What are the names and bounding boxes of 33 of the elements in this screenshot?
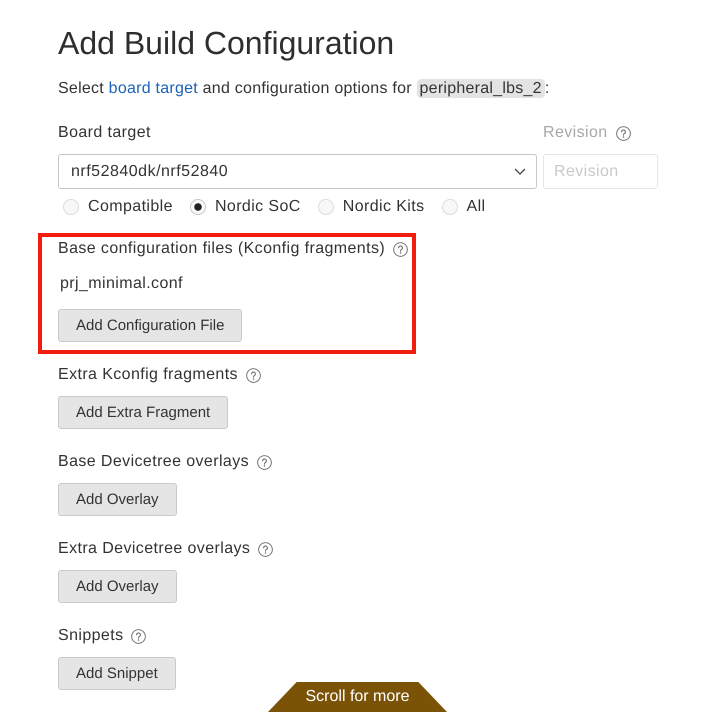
radio-label[interactable]: Nordic Kits	[342, 197, 425, 217]
file-name: prj_minimal.conf	[59, 274, 183, 294]
radio-label[interactable]: All	[466, 197, 486, 217]
add-button[interactable]: Add Overlay	[58, 483, 177, 516]
help-icon[interactable]	[131, 628, 146, 644]
chevron-down-icon	[514, 168, 526, 175]
help-icon[interactable]	[393, 242, 408, 256]
help-icon[interactable]	[257, 454, 272, 470]
help-icon[interactable]	[246, 368, 261, 382]
add-button[interactable]: Add Overlay	[58, 570, 177, 603]
radio-label[interactable]: Compatible	[88, 197, 173, 217]
radio-button[interactable]	[318, 199, 334, 215]
board-target-select[interactable]: nrf52840dk/nrf52840	[58, 154, 537, 189]
radio-button[interactable]	[190, 199, 206, 215]
add-button[interactable]: Add Configuration File	[58, 309, 242, 342]
revision-label: Revision	[543, 123, 608, 143]
radio-label[interactable]: Nordic SoC	[214, 197, 301, 217]
add-button[interactable]: Add Extra Fragment	[58, 396, 228, 429]
section-title: Extra Devicetree overlays	[58, 539, 250, 559]
help-icon[interactable]	[258, 542, 274, 556]
scroll-hint-banner[interactable]: Scroll for more	[268, 682, 447, 712]
intro-text: Select board target and configuration options for peripheral_lbs_2 :	[58, 78, 550, 100]
page-title: Add Build Configuration	[58, 25, 394, 61]
radio-button[interactable]	[63, 199, 79, 215]
board-target-label: Board target	[58, 123, 151, 143]
help-icon[interactable]	[616, 126, 631, 140]
board-target-link[interactable]: board target	[108, 80, 198, 97]
section-title: Base configuration files (Kconfig fragments)	[58, 239, 386, 259]
section-title: Snippets	[58, 626, 124, 646]
add-button[interactable]: Add Snippet	[58, 657, 176, 690]
section-title: Base Devicetree overlays	[58, 452, 250, 472]
section-title: Extra Kconfig fragments	[58, 365, 238, 385]
radio-button[interactable]	[442, 199, 458, 215]
